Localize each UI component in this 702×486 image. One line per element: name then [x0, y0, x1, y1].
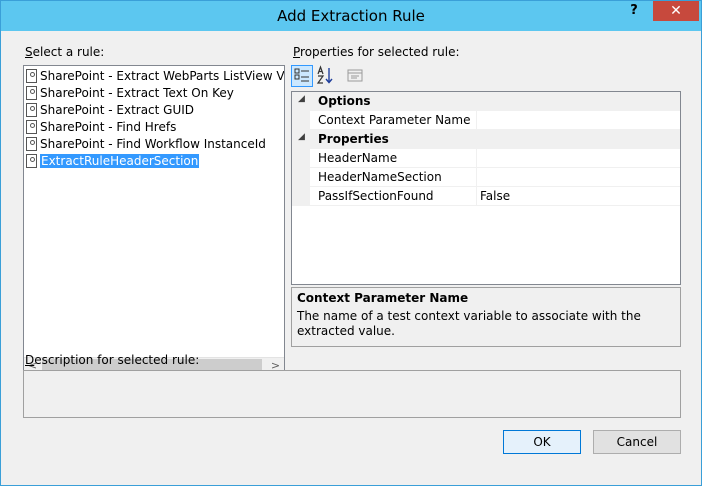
add-extraction-rule-dialog: Add Extraction Rule ? ✕ Select a rule: S…: [0, 0, 702, 486]
collapse-icon[interactable]: ◢: [298, 132, 305, 142]
rule-item[interactable]: SharePoint - Extract Text On Key: [26, 85, 234, 102]
property-help-pane: Context Parameter Name The name of a tes…: [291, 287, 681, 347]
rule-icon: [26, 154, 37, 168]
property-row[interactable]: Context Parameter Name: [292, 111, 680, 130]
help-button[interactable]: ?: [621, 1, 647, 21]
property-row[interactable]: PassIfSectionFound False: [292, 187, 680, 206]
property-row[interactable]: HeaderNameSection: [292, 168, 680, 187]
rule-icon: [26, 86, 37, 100]
categorized-icon: [294, 68, 309, 82]
property-grid[interactable]: ◢ Options Context Parameter Name ◢ Prope…: [291, 91, 681, 285]
help-title: Context Parameter Name: [297, 291, 469, 305]
rule-item-selected[interactable]: ExtractRuleHeaderSection: [26, 153, 200, 170]
rule-icon: [26, 120, 37, 134]
rule-item[interactable]: SharePoint - Extract GUID: [26, 102, 194, 119]
properties-label: Properties for selected rule:: [293, 45, 460, 59]
property-pages-icon: [347, 69, 363, 82]
sort-alphabetical-icon: [316, 65, 333, 84]
description-box: [23, 370, 681, 418]
help-description: The name of a test context variable to a…: [297, 309, 641, 338]
cancel-button[interactable]: Cancel: [593, 430, 681, 454]
property-row[interactable]: HeaderName: [292, 149, 680, 168]
title-bar[interactable]: Add Extraction Rule ? ✕: [1, 1, 701, 31]
categorized-view-button[interactable]: [291, 65, 313, 87]
rule-icon: [26, 137, 37, 151]
dialog-content: Select a rule: SharePoint - Extract WebP…: [9, 31, 693, 479]
rule-item[interactable]: SharePoint - Find Hrefs: [26, 119, 176, 136]
window-title: Add Extraction Rule: [277, 7, 425, 25]
rule-item[interactable]: SharePoint - Find Workflow InstanceId: [26, 136, 266, 153]
alphabetical-view-button[interactable]: [315, 65, 337, 87]
category-properties[interactable]: ◢ Properties: [292, 130, 680, 149]
ok-button[interactable]: OK: [503, 430, 581, 454]
select-rule-label: Select a rule:: [25, 45, 105, 59]
category-options[interactable]: ◢ Options: [292, 92, 680, 111]
close-button[interactable]: ✕: [653, 1, 699, 21]
collapse-icon[interactable]: ◢: [298, 94, 305, 104]
description-label: Description for selected rule:: [25, 353, 200, 367]
rule-item[interactable]: SharePoint - Extract WebParts ListView V…: [26, 68, 284, 85]
rule-list[interactable]: SharePoint - Extract WebParts ListView V…: [23, 65, 285, 375]
rule-icon: [26, 103, 37, 117]
rule-icon: [26, 69, 37, 83]
property-toolbar: [291, 65, 401, 87]
property-pages-button[interactable]: [345, 65, 367, 87]
